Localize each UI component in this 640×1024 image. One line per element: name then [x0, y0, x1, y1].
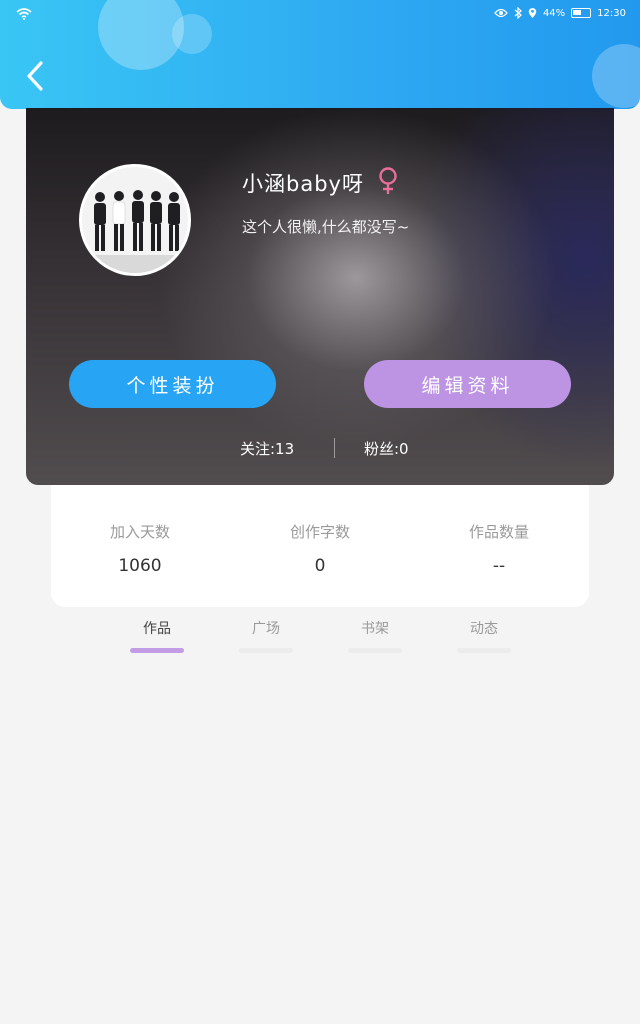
- username: 小涵baby呀: [242, 172, 364, 196]
- following-count[interactable]: 关注:13: [240, 438, 294, 459]
- tab-label: 动态: [470, 621, 498, 637]
- tab-indicator: [348, 648, 402, 653]
- eye-icon: [494, 8, 508, 18]
- stat-label: 加入天数: [109, 523, 170, 541]
- tab-label: 作品: [143, 621, 171, 637]
- decor-bubble: [592, 44, 640, 108]
- clock-time: 12:30: [597, 7, 626, 19]
- stat-label: 作品数量: [468, 523, 529, 541]
- profile-card: 小涵baby呀 这个人很懒,什么都没写~ 个性装扮 编辑资料 关注:13 粉丝:…: [26, 108, 614, 485]
- tab-works[interactable]: 作品: [130, 618, 184, 653]
- tab-label: 广场: [252, 621, 280, 637]
- tab-indicator: [457, 648, 511, 653]
- decor-bubble: [172, 14, 212, 54]
- content-tabs: 作品 广场 书架 动态: [0, 618, 640, 658]
- stat-value: 0: [314, 556, 326, 576]
- fans-count[interactable]: 粉丝:0: [364, 438, 409, 459]
- tab-indicator: [239, 648, 293, 653]
- header-bar: 44% 12:30: [0, 0, 640, 109]
- tab-indicator: [130, 648, 184, 653]
- stat-word-count: 创作字数 0: [260, 521, 380, 576]
- personalize-button[interactable]: 个性装扮: [69, 360, 276, 408]
- battery-percent: 44%: [542, 7, 566, 19]
- wifi-icon: [16, 5, 32, 24]
- stat-label: 创作字数: [289, 523, 350, 541]
- avatar[interactable]: [79, 164, 191, 276]
- female-icon: [376, 166, 400, 196]
- bluetooth-icon: [514, 7, 522, 19]
- battery-icon: [571, 8, 592, 18]
- edit-profile-button[interactable]: 编辑资料: [364, 360, 571, 408]
- divider: [334, 438, 335, 458]
- stat-value: 1060: [118, 556, 162, 576]
- chevron-left-icon: [27, 61, 43, 91]
- stats-card: 加入天数 1060 创作字数 0 作品数量 --: [51, 485, 589, 607]
- stat-value: --: [492, 556, 506, 576]
- back-button[interactable]: [18, 56, 52, 96]
- tab-label: 书架: [361, 621, 389, 637]
- tab-square[interactable]: 广场: [239, 618, 293, 653]
- stat-works-count: 作品数量 --: [439, 521, 559, 576]
- tab-activity[interactable]: 动态: [457, 618, 511, 653]
- location-icon: [528, 7, 537, 19]
- user-bio: 这个人很懒,什么都没写~: [242, 218, 410, 236]
- stat-join-days: 加入天数 1060: [80, 521, 200, 576]
- tab-bookshelf[interactable]: 书架: [348, 618, 402, 653]
- status-icons: 44% 12:30: [494, 4, 626, 22]
